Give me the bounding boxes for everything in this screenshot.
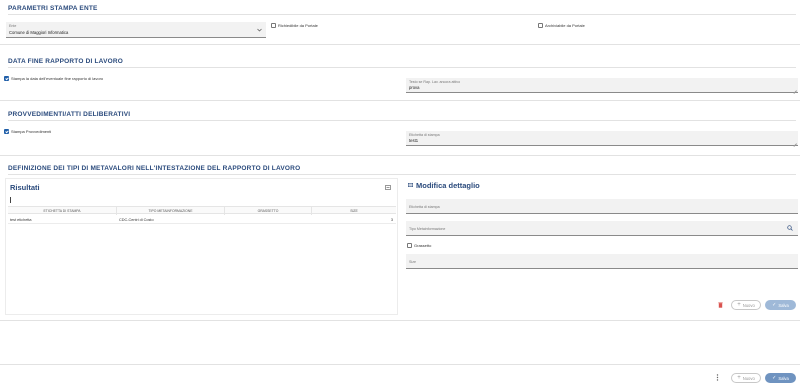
cell-etichetta: test etichetta (10, 218, 32, 222)
section-divider (0, 155, 800, 156)
resize-handle-icon[interactable] (793, 87, 797, 91)
tipo-metainformazione-placeholder: Tipo Metainformazione (409, 227, 446, 231)
etichetta-provvedimenti-value: test1 (409, 138, 419, 143)
section-divider (0, 320, 800, 321)
plus-icon: + (737, 302, 741, 308)
section-divider (8, 174, 796, 175)
ente-select[interactable]: Ente Comune di Maggiori Informatica (6, 22, 266, 38)
grassetto-label: Grassetto (414, 243, 432, 248)
table-row[interactable]: test etichetta CDC-Centri di Costo 3 (8, 216, 396, 224)
nuovo-button[interactable]: + Nuovo (731, 373, 761, 383)
nuovo-dettaglio-button[interactable]: + Nuovo (731, 300, 761, 310)
etichetta-provvedimenti-field[interactable]: Etichetta di stampa test1 (406, 131, 798, 146)
column-header-size[interactable]: SIZE (312, 207, 396, 215)
stampa-provvedimenti-checkbox[interactable] (4, 129, 9, 134)
cell-tipo: CDC-Centri di Costo (119, 218, 154, 222)
footer-divider (0, 364, 800, 365)
table-header: ETICHETTA DI STAMPA TIPO METAINFORMAZION… (8, 206, 396, 215)
grassetto-checkbox[interactable] (407, 243, 412, 248)
column-header-grassetto[interactable]: GRASSETTO (225, 207, 311, 215)
column-header-etichetta[interactable]: ETICHETTA DI STAMPA (8, 207, 116, 215)
richiedibile-label: Richiedibile da Portale (278, 23, 318, 28)
archiviabile-checkbox[interactable] (538, 23, 543, 28)
stampa-provvedimenti-label: Stampa Provvedimenti (11, 129, 52, 134)
etichetta-stampa-placeholder: Etichetta di stampa (409, 205, 440, 209)
ente-label: Ente (9, 24, 17, 28)
section-divider (0, 44, 800, 45)
section-divider (8, 120, 796, 121)
modifica-title: Modifica dettaglio (416, 181, 480, 190)
chevron-down-icon (257, 28, 262, 32)
section-divider (8, 14, 796, 15)
detail-icon (408, 183, 413, 187)
search-icon[interactable] (787, 225, 793, 231)
resize-handle-icon[interactable] (793, 140, 797, 144)
section-title-provvedimenti: PROVVEDIMENTI/ATTI DELIBERATIVI (8, 111, 131, 118)
risultati-panel: Risultati ETICHETTA DI STAMPA TIPO METAI… (5, 178, 398, 315)
salva-dettaglio-button[interactable]: ✓ Salva (765, 300, 796, 310)
etichetta-stampa-input[interactable]: Etichetta di stampa (406, 199, 798, 214)
stampa-data-fine-label: Stampa la data dell'eventuale fine rappo… (11, 76, 104, 81)
check-icon: ✓ (772, 301, 777, 308)
section-divider (0, 100, 800, 101)
archiviabile-label: Archiviabile da Portale (545, 23, 585, 28)
size-input[interactable]: Size (406, 254, 798, 269)
section-divider (8, 67, 796, 68)
etichetta-provvedimenti-label: Etichetta di stampa (409, 133, 440, 137)
section-title-definizione: DEFINIZIONE DEI TIPI DI METAVALORI NELL'… (8, 165, 301, 172)
section-title-data-fine: DATA FINE RAPPORTO DI LAVORO (8, 58, 124, 65)
tipo-metainformazione-input[interactable]: Tipo Metainformazione (406, 221, 798, 236)
column-header-tipo[interactable]: TIPO METAINFORMAZIONE (117, 207, 224, 215)
search-cursor[interactable] (10, 197, 11, 203)
risultati-title: Risultati (10, 183, 40, 192)
stampa-data-fine-checkbox[interactable] (4, 76, 9, 81)
more-vertical-icon[interactable] (716, 374, 719, 381)
export-icon[interactable] (385, 185, 391, 190)
testo-rapporto-value: prova (409, 85, 420, 90)
size-placeholder: Size (409, 260, 416, 264)
plus-icon: + (737, 375, 741, 381)
testo-rapporto-attivo-field[interactable]: Testo se Rap. Lav. ancora attivo prova (406, 78, 798, 93)
ente-value: Comune di Maggiori Informatica (9, 30, 69, 35)
section-title-parametri: PARAMETRI STAMPA ENTE (8, 5, 98, 12)
salva-button[interactable]: ✓ Salva (765, 373, 796, 383)
check-icon: ✓ (772, 374, 777, 381)
trash-icon[interactable] (718, 302, 723, 308)
richiedibile-checkbox[interactable] (271, 23, 276, 28)
testo-rapporto-label: Testo se Rap. Lav. ancora attivo (409, 80, 461, 84)
cell-size: 3 (390, 218, 393, 222)
